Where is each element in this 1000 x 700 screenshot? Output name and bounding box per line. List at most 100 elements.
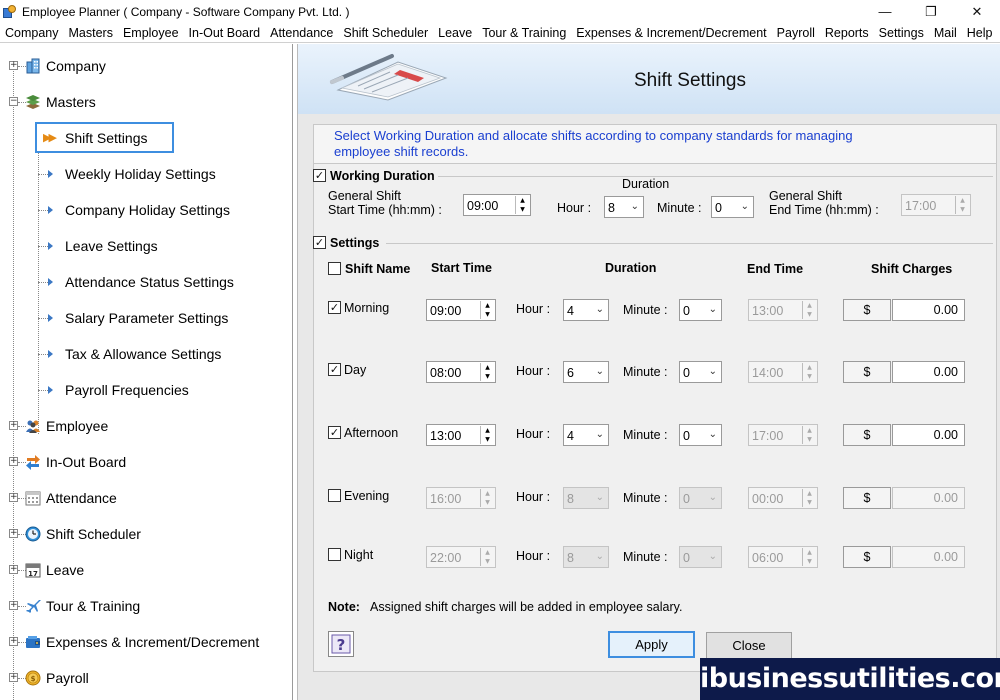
menu-payroll[interactable]: Payroll (772, 26, 820, 40)
start-time-label-1: General Shift (328, 189, 401, 203)
close-window-button[interactable]: ✕ (954, 0, 1000, 23)
tree-child-label: Payroll Frequencies (65, 382, 189, 398)
expand-icon[interactable]: + (9, 673, 18, 682)
morning-shift-charge-input[interactable]: 0.00 (892, 299, 965, 321)
expand-icon[interactable]: + (9, 565, 18, 574)
morning-hour-select[interactable]: 4 ⌄ (563, 299, 609, 321)
afternoon-shift-checkbox[interactable]: ✓ (328, 426, 341, 439)
tree-node-label: Payroll (46, 670, 89, 686)
evening-shift-checkbox[interactable] (328, 489, 341, 502)
expand-icon[interactable]: + (9, 601, 18, 610)
close-button[interactable]: Close (706, 632, 792, 659)
svg-text:17: 17 (28, 570, 38, 578)
tree-child-company-holiday-settings[interactable]: Company Holiday Settings (0, 192, 290, 228)
collapse-icon[interactable]: − (9, 97, 18, 106)
tree-node-shift-scheduler[interactable]: + Shift Scheduler (0, 516, 290, 552)
coin-icon: $ (25, 670, 41, 686)
tree-node-leave[interactable]: +17 Leave (0, 552, 290, 588)
tree-child-payroll-frequencies[interactable]: Payroll Frequencies (0, 372, 290, 408)
working-duration-checkbox[interactable]: ✓ (313, 169, 326, 182)
expand-icon[interactable]: + (9, 493, 18, 502)
day-shift-checkbox[interactable]: ✓ (328, 363, 341, 376)
tree-node-attendance[interactable]: + Attendance (0, 480, 290, 516)
menu-employee[interactable]: Employee (118, 26, 184, 40)
tree-node-label: Shift Scheduler (46, 526, 141, 542)
expand-icon[interactable]: + (9, 637, 18, 646)
afternoon-start-time-input[interactable]: 13:00 ▲ ▼ (426, 424, 496, 446)
note-label: Note: (328, 600, 360, 614)
maximize-button[interactable]: ❐ (908, 0, 954, 23)
menu-company[interactable]: Company (0, 26, 64, 40)
evening-minute-select: 0 ⌄ (679, 487, 722, 509)
menu-expenses-increment-decrement[interactable]: Expenses & Increment/Decrement (571, 26, 771, 40)
expand-icon[interactable]: + (9, 61, 18, 70)
general-start-time-input[interactable]: 09:00 ▲ ▼ (463, 194, 531, 216)
tree-child-weekly-holiday-settings[interactable]: Weekly Holiday Settings (0, 156, 290, 192)
menu-settings[interactable]: Settings (874, 26, 929, 40)
settings-checkbox[interactable]: ✓ (313, 236, 326, 249)
night-hour-select: 8 ⌄ (563, 546, 609, 568)
tree-node-employee[interactable]: + Employee (0, 408, 290, 444)
start-time-value: 13:00 (430, 429, 462, 443)
expand-icon[interactable]: + (9, 529, 18, 538)
day-start-time-input[interactable]: 08:00 ▲ ▼ (426, 361, 496, 383)
minimize-button[interactable]: — (862, 0, 908, 23)
expand-icon[interactable]: + (9, 457, 18, 466)
navigation-tree: + Company − Masters + Employee + In-Out Board + A… (0, 44, 293, 700)
help-button[interactable]: ? (328, 631, 354, 657)
day-shift-charge-input[interactable]: 0.00 (892, 361, 965, 383)
menu-in-out-board[interactable]: In-Out Board (184, 26, 266, 40)
menu-tour-training[interactable]: Tour & Training (477, 26, 571, 40)
menu-masters[interactable]: Masters (64, 26, 118, 40)
start-time-value: 09:00 (430, 304, 462, 318)
afternoon-shift-charge-input[interactable]: 0.00 (892, 424, 965, 446)
night-shift-checkbox[interactable] (328, 548, 341, 561)
end-time-label-2: End Time (hh:mm) : (769, 203, 879, 217)
tree-child-attendance-status-settings[interactable]: Attendance Status Settings (0, 264, 290, 300)
tree-node-expenses-increment-decrement[interactable]: + Expenses & Increment/Decrement (0, 624, 290, 660)
tree-node-tour-training[interactable]: + Tour & Training (0, 588, 290, 624)
tree-child-leave-settings[interactable]: Leave Settings (0, 228, 290, 264)
morning-shift-label: Morning (344, 301, 390, 315)
duration-hour-label: Hour : (557, 201, 592, 215)
duration-hour-select[interactable]: 8 ⌄ (604, 196, 644, 218)
minute-label: Minute : (623, 428, 668, 442)
menu-attendance[interactable]: Attendance (265, 26, 338, 40)
menu-help[interactable]: Help (962, 26, 998, 40)
tree-child-label: Attendance Status Settings (65, 274, 234, 290)
morning-start-time-input[interactable]: 09:00 ▲ ▼ (426, 299, 496, 321)
menu-leave[interactable]: Leave (433, 26, 477, 40)
menu-reports[interactable]: Reports (820, 26, 874, 40)
morning-shift-checkbox[interactable]: ✓ (328, 301, 341, 314)
morning-minute-select[interactable]: 0 ⌄ (679, 299, 722, 321)
tree-node-masters[interactable]: − Masters (0, 84, 290, 120)
tree-node-payroll[interactable]: + $ Payroll (0, 660, 290, 696)
night-shift-charge-input: 0.00 (892, 546, 965, 568)
morning-end-time-input: 13:00 ▲ ▼ (748, 299, 818, 321)
layers-icon (25, 94, 41, 110)
menu-mail[interactable]: Mail (929, 26, 962, 40)
tree-node-in-out-board[interactable]: + In-Out Board (0, 444, 290, 480)
page-title: Shift Settings (634, 70, 746, 91)
night-shift-label: Night (344, 548, 374, 562)
minute-value: 0 (683, 551, 690, 565)
title-bar: Employee Planner ( Company - Software Co… (0, 0, 1000, 23)
menu-shift-scheduler[interactable]: Shift Scheduler (338, 26, 433, 40)
duration-minute-select[interactable]: 0 ⌄ (711, 196, 754, 218)
expand-icon[interactable]: + (9, 421, 18, 430)
select-all-shifts-checkbox[interactable] (328, 262, 341, 275)
tree-child-shift-settings[interactable]: ▶▶ Shift Settings (0, 120, 290, 156)
hour-value: 8 (567, 492, 574, 506)
night-minute-select: 0 ⌄ (679, 546, 722, 568)
afternoon-minute-select[interactable]: 0 ⌄ (679, 424, 722, 446)
evening-start-time-input: 16:00 ▲ ▼ (426, 487, 496, 509)
day-hour-select[interactable]: 6 ⌄ (563, 361, 609, 383)
afternoon-hour-select[interactable]: 4 ⌄ (563, 424, 609, 446)
tree-node-label: Employee (46, 418, 109, 434)
arrow-right-icon (48, 278, 53, 286)
tree-node-company[interactable]: + Company (0, 48, 290, 84)
apply-button[interactable]: Apply (608, 631, 695, 658)
tree-child-tax-allowance-settings[interactable]: Tax & Allowance Settings (0, 336, 290, 372)
day-minute-select[interactable]: 0 ⌄ (679, 361, 722, 383)
tree-child-salary-parameter-settings[interactable]: Salary Parameter Settings (0, 300, 290, 336)
